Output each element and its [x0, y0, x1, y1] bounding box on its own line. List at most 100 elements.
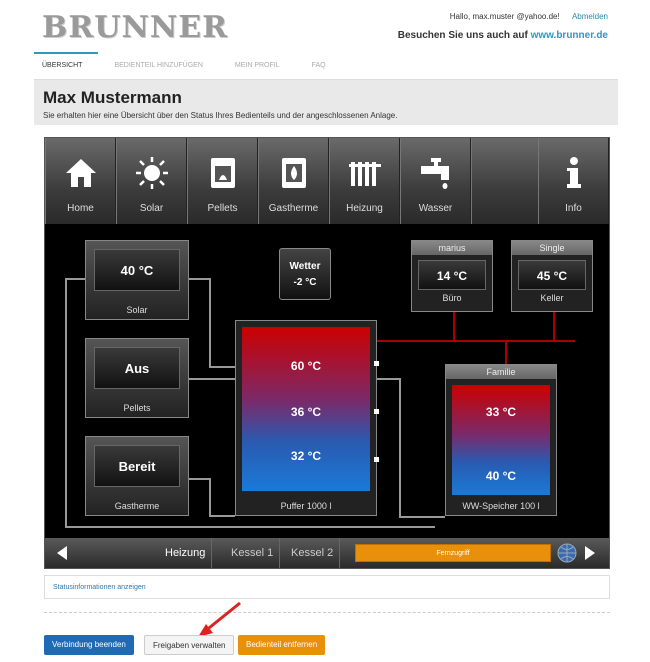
tab-kessel-1[interactable]: Kessel 1: [225, 538, 281, 568]
pipe: [209, 366, 235, 368]
arrow-left-icon[interactable]: [55, 545, 69, 561]
info-label: Info: [565, 203, 582, 214]
radiator-icon: [349, 162, 381, 186]
gastherme-label: Gastherme: [268, 203, 319, 214]
info-button[interactable]: Info: [538, 138, 609, 224]
heizung-label: Heizung: [346, 203, 383, 214]
title-bar: Max Mustermann Sie erhalten hier eine Üb…: [34, 80, 618, 125]
globe-icon[interactable]: [557, 543, 577, 563]
home-icon: [66, 159, 96, 187]
pellets-label: Pellets: [207, 203, 238, 214]
gas-boiler-icon: [282, 158, 306, 188]
home-button[interactable]: Home: [45, 138, 116, 224]
manage-shares-button[interactable]: Freigaben verwalten: [144, 635, 235, 655]
pipe: [65, 278, 67, 528]
visit-text: Besuchen Sie uns auch auf: [397, 30, 528, 41]
solar-name: Solar: [126, 305, 148, 315]
pellets-source-box[interactable]: Aus Pellets: [85, 338, 189, 418]
user-email: max.muster @yahoo.de!: [472, 12, 560, 21]
pipe: [399, 516, 445, 518]
solar-button[interactable]: Solar: [116, 138, 187, 224]
pipe: [399, 378, 401, 518]
pipe: [209, 515, 235, 517]
status-info-link[interactable]: Statusinformationen anzeigen: [44, 575, 610, 599]
visit-notice: Besuchen Sie uns auch auf www.brunner.de: [398, 30, 608, 41]
room-buero-value: 14 °C: [418, 260, 486, 290]
sensor-dot: [374, 361, 379, 366]
heating-pipe: [505, 340, 507, 364]
page-title: Max Mustermann: [43, 88, 182, 107]
speicher-name: WW-Speicher 100 l: [462, 501, 540, 511]
room-buero[interactable]: marius 14 °C Büro: [411, 240, 493, 312]
pipe: [65, 526, 435, 528]
weather-label: Wetter: [289, 261, 321, 272]
pellets-button[interactable]: Pellets: [187, 138, 258, 224]
iconbar-spacer: [471, 138, 538, 224]
gastherme-value: Bereit: [94, 445, 180, 487]
puffer-tank[interactable]: 60 °C 36 °C 32 °C Puffer 1000 l: [235, 320, 379, 516]
info-icon: [567, 157, 581, 188]
control-panel-display: Home Solar Pellets Gastherme Heizung Was…: [44, 137, 610, 569]
solar-value: 40 °C: [94, 249, 180, 291]
ww-speicher-tank[interactable]: Familie 33 °C 40 °C WW-Speicher 100 l: [445, 364, 557, 516]
sensor-dot: [374, 457, 379, 462]
sensor-dot: [374, 409, 379, 414]
solar-label: Solar: [139, 203, 164, 214]
room-buero-header: marius: [412, 241, 492, 255]
tab-heizung[interactable]: Heizung: [159, 538, 213, 568]
arrow-right-icon[interactable]: [583, 545, 597, 561]
puffer-name: Puffer 1000 l: [280, 501, 332, 511]
heating-pipe: [553, 312, 555, 340]
room-buero-name: Büro: [442, 293, 462, 303]
puffer-temp-middle: 36 °C: [290, 405, 322, 419]
pipe: [187, 278, 211, 280]
sun-icon: [136, 157, 168, 189]
speicher-header: Familie: [446, 365, 556, 379]
fernzugriff-bar: Fernzugriff: [355, 544, 551, 562]
logout-link[interactable]: Abmelden: [572, 12, 608, 21]
pipe: [209, 278, 211, 366]
heating-pipe: [375, 340, 575, 342]
tab-uebersicht[interactable]: ÜBERSICHT: [34, 52, 99, 79]
room-keller-value: 45 °C: [518, 260, 586, 290]
tab-bedienteil-hinzufuegen[interactable]: BEDIENTEIL HINZUFÜGEN: [98, 52, 218, 79]
gastherme-name: Gastherme: [114, 501, 160, 511]
icon-bar: Home Solar Pellets Gastherme Heizung Was…: [45, 138, 609, 224]
end-connection-button[interactable]: Verbindung beenden: [44, 635, 134, 655]
weather-box[interactable]: Wetter -2 °C: [279, 248, 331, 300]
main-nav: ÜBERSICHT BEDIENTEIL HINZUFÜGEN MEIN PRO…: [34, 52, 618, 80]
home-label: Home: [67, 203, 94, 214]
pellets-stove-icon: [211, 158, 235, 188]
separator: [44, 612, 610, 613]
heizung-button[interactable]: Heizung: [329, 138, 400, 224]
room-keller-name: Keller: [540, 293, 564, 303]
pipe: [187, 378, 235, 380]
gastherme-source-box[interactable]: Bereit Gastherme: [85, 436, 189, 516]
speicher-temp-bottom: 40 °C: [485, 469, 517, 483]
user-greeting: Hallo, max.muster @yahoo.de! Abmelden: [450, 12, 608, 21]
solar-source-box[interactable]: 40 °C Solar: [85, 240, 189, 320]
pipe: [209, 478, 211, 516]
gastherme-button[interactable]: Gastherme: [258, 138, 329, 224]
pipe: [187, 478, 211, 480]
tab-mein-profil[interactable]: MEIN PROFIL: [219, 52, 296, 79]
speicher-temp-top: 33 °C: [485, 405, 517, 419]
website-link[interactable]: www.brunner.de: [531, 30, 608, 41]
water-tap-icon: [421, 158, 449, 189]
tab-faq[interactable]: FAQ: [296, 52, 342, 79]
puffer-temp-bottom: 32 °C: [290, 449, 322, 463]
red-arrow-annotation: [198, 601, 241, 637]
heating-pipe: [453, 312, 455, 340]
wasser-label: Wasser: [418, 203, 453, 214]
pipe: [65, 278, 85, 280]
page-subtitle: Sie erhalten hier eine Übersicht über de…: [43, 111, 398, 120]
wasser-button[interactable]: Wasser: [400, 138, 471, 224]
pellets-value: Aus: [94, 347, 180, 389]
room-keller-header: Single: [512, 241, 592, 255]
puffer-temp-top: 60 °C: [290, 359, 322, 373]
remove-panel-button[interactable]: Bedienteil entfernen: [238, 635, 326, 655]
brunner-logo[interactable]: BRUNNER: [42, 10, 228, 45]
room-keller[interactable]: Single 45 °C Keller: [511, 240, 593, 312]
tab-kessel-2[interactable]: Kessel 2: [285, 538, 341, 568]
greeting-text: Hallo,: [449, 12, 471, 21]
